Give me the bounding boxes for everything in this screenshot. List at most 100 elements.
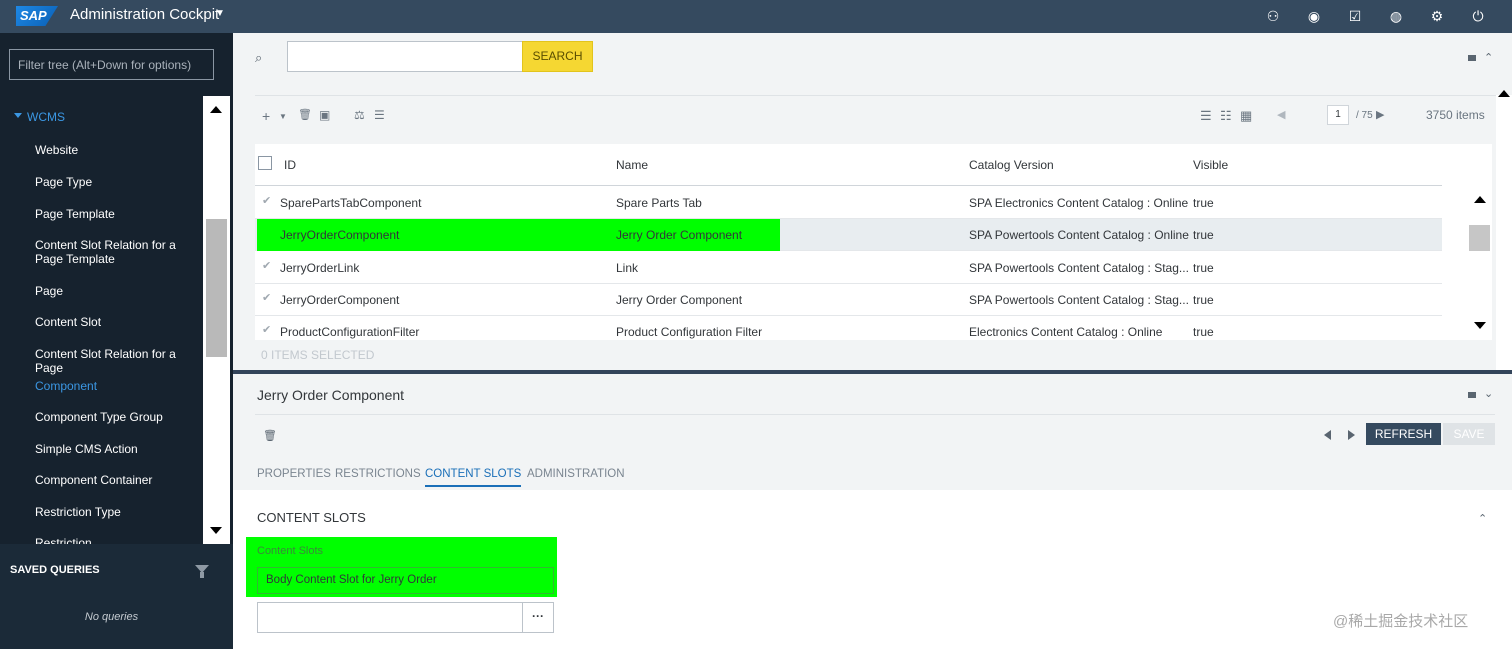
world-icon[interactable]: ◍ — [1387, 7, 1405, 25]
globe-icon[interactable]: ◉ — [1305, 7, 1323, 25]
chevron-down-icon[interactable]: ▼ — [215, 8, 225, 19]
next-page-icon[interactable]: ▶ — [1376, 108, 1384, 121]
select-all-checkbox[interactable] — [258, 156, 272, 170]
tree-item-content-slot-relation-page-template[interactable]: Content Slot Relation for a Page Templat… — [35, 238, 203, 266]
table-row[interactable]: ✔ JerryOrderComponent Jerry Order Compon… — [255, 284, 1442, 316]
page-total: / 75 — [1356, 110, 1373, 121]
scroll-up-icon[interactable] — [210, 106, 222, 113]
table-row[interactable]: ✔ SparePartsTabComponent Spare Parts Tab… — [255, 187, 1442, 219]
search-input[interactable] — [287, 41, 523, 72]
lock-icon[interactable] — [1468, 55, 1476, 61]
add-icon[interactable]: + — [262, 108, 270, 124]
collapse-down-icon[interactable]: ⌄ — [1484, 387, 1493, 400]
lock-icon[interactable] — [1468, 392, 1476, 398]
scroll-up-icon[interactable] — [1498, 90, 1510, 97]
caret-down-icon[interactable] — [14, 113, 22, 118]
tree-item-component[interactable]: Component — [35, 379, 203, 393]
content-slot-reference[interactable]: Body Content Slot for Jerry Order — [257, 567, 554, 594]
tree-view-icon[interactable]: ☷ — [1220, 108, 1232, 124]
tree-group-label: WCMS — [27, 110, 65, 124]
tab-content-slots[interactable]: CONTENT SLOTS — [425, 468, 522, 487]
content-slot-search-input[interactable] — [257, 602, 523, 633]
saved-queries-title: SAVED QUERIES — [10, 564, 100, 576]
table-scrollbar[interactable] — [1467, 144, 1492, 340]
table-row[interactable]: ✔ JerryOrderLink Link SPA Powertools Con… — [255, 252, 1442, 284]
tree-scrollbar[interactable] — [203, 96, 230, 544]
filter-icon[interactable] — [195, 565, 209, 578]
cell-id: ProductConfigurationFilter — [280, 325, 420, 339]
help-settings-icon[interactable]: ⚙ — [1428, 7, 1446, 25]
tree-item-content-slot-relation-page[interactable]: Content Slot Relation for a Page — [35, 347, 203, 375]
tab-administration[interactable]: ADMINISTRATION — [527, 468, 625, 485]
page-number-input[interactable]: 1 — [1327, 105, 1349, 125]
browse-button[interactable]: ··· — [522, 602, 554, 633]
compare-icon[interactable]: ⚖ — [354, 108, 365, 122]
main-area: ⌕ SEARCH ⌃ + ▼ 🗑 ▣ ⚖ ☰ ☰ ☷ ▦ ◀ 1 / 75 ▶ … — [233, 33, 1512, 649]
checkbox-icon[interactable]: ☑ — [1346, 7, 1364, 25]
column-header-catalog-version[interactable]: Catalog Version — [969, 158, 1054, 172]
top-bar: SAP Administration Cockpit ▼ ⚇ ◉ ☑ ◍ ⚙ ⏻ — [0, 0, 1512, 33]
editor-panel: Jerry Order Component ⌄ 🗑 REFRESH SAVE P… — [233, 374, 1512, 649]
next-item-icon[interactable] — [1348, 430, 1355, 440]
editor-header: Jerry Order Component ⌄ 🗑 REFRESH SAVE P… — [233, 374, 1512, 490]
advanced-search-icon[interactable]: ⌕ — [255, 50, 271, 66]
grid-view-icon[interactable]: ▦ — [1240, 108, 1252, 124]
check-icon[interactable]: ✔ — [262, 291, 271, 304]
save-icon[interactable]: ▣ — [319, 108, 330, 122]
previous-item-icon[interactable] — [1324, 430, 1331, 440]
items-selected-status: 0 ITEMS SELECTED — [261, 348, 375, 362]
tree-item-website[interactable]: Website — [35, 143, 203, 157]
tree-item-component-type-group[interactable]: Component Type Group — [35, 410, 203, 424]
table-row-selected[interactable]: JerryOrderComponent Jerry Order Componen… — [255, 219, 1442, 251]
cell-visible: true — [1193, 261, 1214, 275]
cell-catalog: SPA Electronics Content Catalog : Online — [969, 196, 1189, 210]
delete-icon[interactable]: 🗑 — [263, 429, 277, 442]
cell-visible: true — [1193, 228, 1214, 242]
tree-item-simple-cms-action[interactable]: Simple CMS Action — [35, 442, 203, 456]
check-icon[interactable]: ✔ — [262, 323, 271, 336]
power-icon[interactable]: ⏻ — [1469, 7, 1487, 25]
collapse-up-icon[interactable]: ⌃ — [1478, 512, 1487, 525]
tree-item-page[interactable]: Page — [35, 284, 203, 298]
tree-item-component-container[interactable]: Component Container — [35, 473, 203, 487]
tree-item-restriction[interactable]: Restriction — [35, 536, 203, 544]
tree-item-restriction-type[interactable]: Restriction Type — [35, 505, 203, 519]
column-header-id[interactable]: ID — [284, 158, 296, 172]
tab-properties[interactable]: PROPERTIES — [257, 468, 331, 485]
scrollbar-thumb[interactable] — [1469, 225, 1490, 251]
filter-tree-input[interactable] — [9, 49, 214, 80]
cell-name: Jerry Order Component — [616, 293, 743, 307]
cell-catalog: Electronics Content Catalog : Online — [969, 325, 1163, 339]
column-header-visible[interactable]: Visible — [1193, 158, 1228, 172]
chevron-down-icon[interactable]: ▼ — [279, 112, 287, 121]
sidebar: WCMS Website Page Type Page Template Con… — [0, 33, 233, 649]
delete-icon[interactable]: 🗑 — [298, 108, 312, 121]
scroll-down-icon[interactable] — [210, 527, 222, 534]
scroll-down-icon[interactable] — [1474, 322, 1486, 329]
cell-visible: true — [1193, 325, 1214, 339]
section-title: CONTENT SLOTS — [257, 510, 366, 525]
no-queries-text: No queries — [84, 611, 139, 623]
tree-item-page-type[interactable]: Page Type — [35, 175, 203, 189]
table-row[interactable]: ✔ ProductConfigurationFilter Product Con… — [255, 316, 1442, 340]
collapse-up-icon[interactable]: ⌃ — [1484, 51, 1493, 64]
checklist-icon[interactable]: ☰ — [374, 108, 385, 122]
scroll-up-icon[interactable] — [1474, 196, 1486, 203]
refresh-button[interactable]: REFRESH — [1366, 423, 1441, 445]
scrollbar-thumb[interactable] — [206, 219, 227, 357]
tab-restrictions[interactable]: RESTRICTIONS — [335, 468, 421, 485]
editor-title: Jerry Order Component — [257, 387, 405, 403]
cell-id: JerryOrderLink — [280, 261, 360, 275]
check-icon[interactable]: ✔ — [262, 194, 271, 207]
list-view-icon[interactable]: ☰ — [1200, 108, 1212, 124]
tree-item-content-slot[interactable]: Content Slot — [35, 315, 203, 329]
items-count: 3750 items — [1426, 108, 1485, 122]
previous-page-icon[interactable]: ◀ — [1277, 108, 1285, 121]
tree-item-page-template[interactable]: Page Template — [35, 207, 203, 221]
save-button[interactable]: SAVE — [1443, 423, 1495, 445]
user-settings-icon[interactable]: ⚇ — [1264, 7, 1282, 25]
app-title[interactable]: Administration Cockpit — [70, 6, 219, 23]
column-header-name[interactable]: Name — [616, 158, 648, 172]
check-icon[interactable]: ✔ — [262, 259, 271, 272]
search-button[interactable]: SEARCH — [522, 41, 593, 72]
